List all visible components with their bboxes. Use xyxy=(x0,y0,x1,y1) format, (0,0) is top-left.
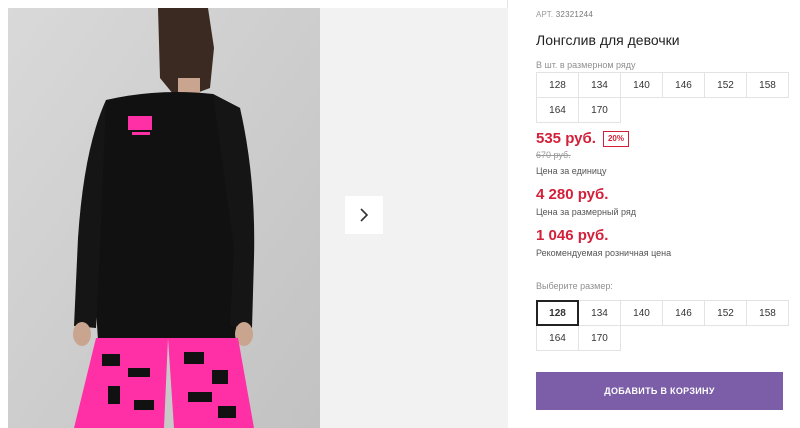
product-photo[interactable] xyxy=(8,8,320,428)
size-range-cell: 146 xyxy=(662,72,705,98)
size-range-cell: 134 xyxy=(578,72,621,98)
size-option[interactable]: 164 xyxy=(536,325,579,351)
article-number: 32321244 xyxy=(555,10,593,19)
size-range-cell: 152 xyxy=(704,72,747,98)
size-option[interactable]: 152 xyxy=(704,300,747,326)
size-option[interactable]: 170 xyxy=(578,325,621,351)
retail-price-caption: Рекомендуемая розничная цена xyxy=(536,248,672,258)
size-range-grid: 128 134 140 146 152 158 164 170 xyxy=(536,72,789,123)
article-label: АРТ. xyxy=(536,10,554,19)
size-option-selected[interactable]: 128 xyxy=(536,300,579,326)
size-range-cell: 128 xyxy=(536,72,579,98)
size-range-cell: 140 xyxy=(620,72,663,98)
size-range-cell: 170 xyxy=(578,97,621,123)
range-price: 4 280 руб. xyxy=(536,186,609,203)
unit-price-row: 535 руб. 20% xyxy=(536,130,629,147)
size-option[interactable]: 146 xyxy=(662,300,705,326)
product-title: Лонгслив для девочки xyxy=(536,32,680,48)
size-range-cell: 158 xyxy=(746,72,789,98)
unit-price: 535 руб. xyxy=(536,130,596,147)
chevron-right-icon xyxy=(360,208,369,222)
size-range-cell: 164 xyxy=(536,97,579,123)
product-gallery xyxy=(0,0,508,428)
size-select-grid: 128 134 140 146 152 158 164 170 xyxy=(536,300,789,351)
add-to-cart-button[interactable]: ДОБАВИТЬ В КОРЗИНУ xyxy=(536,372,783,410)
size-select-label: Выберите размер: xyxy=(536,281,613,291)
article-line: АРТ. 32321244 xyxy=(536,10,593,19)
unit-price-caption: Цена за единицу xyxy=(536,166,607,176)
discount-badge: 20% xyxy=(602,130,629,147)
product-info: АРТ. 32321244 Лонгслив для девочки В шт.… xyxy=(536,0,796,428)
size-option[interactable]: 158 xyxy=(746,300,789,326)
next-image-button[interactable] xyxy=(345,196,383,234)
retail-price: 1 046 руб. xyxy=(536,227,609,244)
size-option[interactable]: 140 xyxy=(620,300,663,326)
size-range-label: В шт. в размерном ряду xyxy=(536,60,636,70)
size-option[interactable]: 134 xyxy=(578,300,621,326)
product-photo-illustration xyxy=(8,8,320,428)
old-price: 670 руб. xyxy=(536,150,571,160)
range-price-caption: Цена за размерный ряд xyxy=(536,207,637,217)
